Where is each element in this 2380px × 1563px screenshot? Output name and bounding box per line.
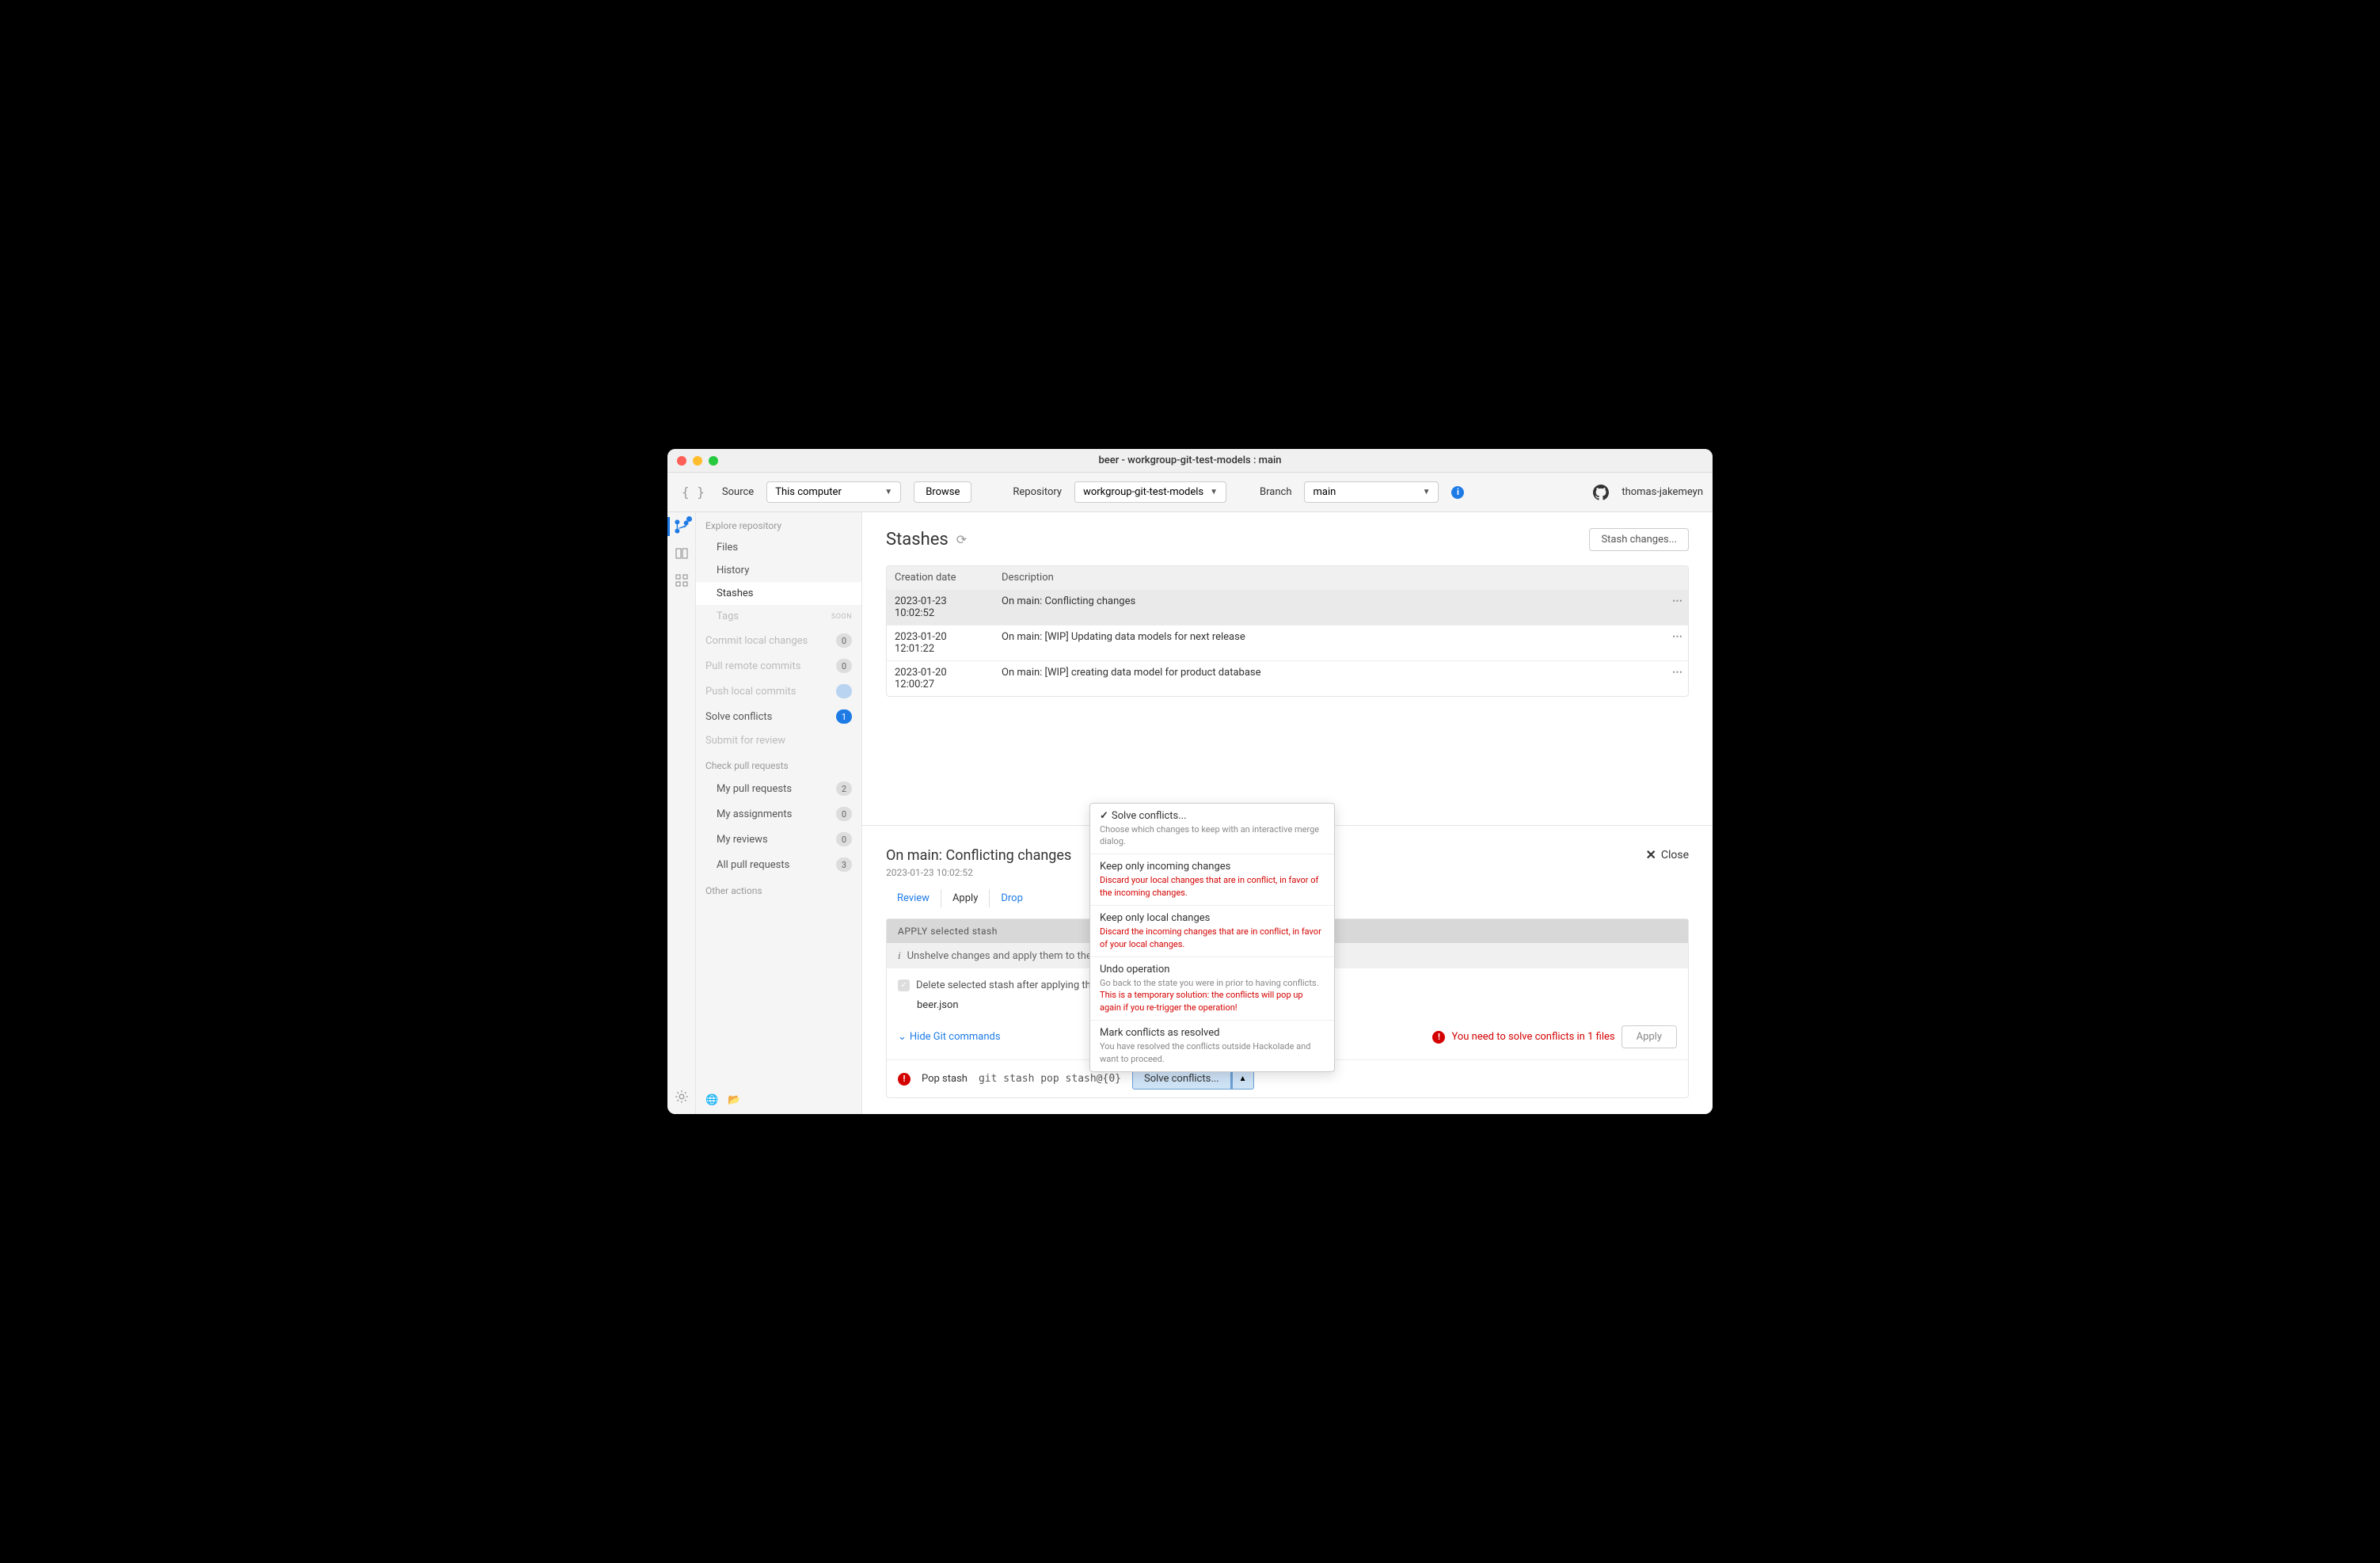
sidebar-item-solve[interactable]: Solve conflicts1	[696, 704, 861, 729]
tab-drop[interactable]: Drop	[990, 889, 1034, 907]
repository-label: Repository	[1013, 486, 1062, 498]
source-label: Source	[722, 486, 754, 498]
info-icon[interactable]: i	[1451, 486, 1464, 499]
menu-item-undo[interactable]: Undo operation Go back to the state you …	[1090, 957, 1334, 1021]
sidebar-item-submit[interactable]: Submit for review	[696, 729, 861, 752]
refresh-icon[interactable]: ⟳	[956, 532, 967, 547]
table-row[interactable]: 2023-01-20 12:00:27 On main: [WIP] creat…	[887, 660, 1688, 696]
check-icon: ✓	[1100, 810, 1108, 822]
repository-select[interactable]: workgroup-git-test-models▼	[1074, 481, 1226, 503]
table-row[interactable]: 2023-01-20 12:01:22 On main: [WIP] Updat…	[887, 625, 1688, 660]
main-content: Stashes⟳ Stash changes... Creation date …	[862, 512, 1713, 1114]
error-icon: !	[1432, 1031, 1445, 1044]
apply-panel: APPLY selected stash iUnshelve changes a…	[886, 918, 1689, 1098]
conflict-warning: You need to solve conflicts in 1 files	[1451, 1031, 1614, 1043]
maximize-window-icon[interactable]	[709, 456, 718, 466]
row-actions-icon[interactable]: ⋯	[1664, 590, 1688, 625]
sidebar: Explore repository Files History Stashes…	[696, 512, 862, 1114]
sidebar-item-my-assignments[interactable]: My assignments0	[696, 801, 861, 827]
github-icon[interactable]	[1593, 485, 1609, 500]
page-title: Stashes⟳	[886, 530, 967, 550]
chevron-down-icon: ▼	[1210, 488, 1218, 496]
source-select[interactable]: This computer▼	[766, 481, 901, 503]
panel-footer: ! Pop stash git stash pop stash@{0} Solv…	[887, 1059, 1688, 1097]
sidebar-bottom-icons: 🌐 📂	[696, 1086, 861, 1114]
chevron-down-icon: ⌄	[898, 1031, 907, 1043]
compare-rail-icon[interactable]	[674, 546, 690, 561]
sidebar-item-my-pr[interactable]: My pull requests2	[696, 776, 861, 801]
sidebar-item-tags: TagsSOON	[696, 605, 861, 628]
window-controls	[677, 456, 718, 466]
error-icon: !	[898, 1073, 911, 1086]
sidebar-item-commit[interactable]: Commit local changes0	[696, 628, 861, 653]
table-row[interactable]: 2023-01-23 10:02:52 On main: Conflicting…	[887, 589, 1688, 625]
pop-stash-label: Pop stash	[922, 1073, 968, 1085]
folder-icon[interactable]: 📂	[728, 1094, 740, 1106]
app-window: beer - workgroup-git-test-models : main …	[667, 449, 1713, 1114]
branch-label: Branch	[1260, 486, 1291, 498]
col-description: Description	[994, 566, 1664, 589]
sidebar-section-check: Check pull requests	[696, 752, 861, 776]
apply-button[interactable]: Apply	[1622, 1025, 1677, 1048]
globe-icon[interactable]: 🌐	[705, 1094, 718, 1106]
menu-item-keep-local[interactable]: Keep only local changes Discard the inco…	[1090, 906, 1334, 957]
checkbox-icon[interactable]: ✓	[898, 979, 910, 991]
stash-changes-button[interactable]: Stash changes...	[1589, 528, 1689, 551]
titlebar: beer - workgroup-git-test-models : main	[667, 449, 1713, 473]
sidebar-item-stashes[interactable]: Stashes	[696, 582, 861, 605]
braces-icon[interactable]: { }	[677, 485, 709, 500]
tab-apply[interactable]: Apply	[941, 889, 990, 907]
hide-git-toggle[interactable]: ⌄Hide Git commands	[898, 1031, 1001, 1043]
sidebar-item-history[interactable]: History	[696, 559, 861, 582]
close-window-icon[interactable]	[677, 456, 686, 466]
activity-rail	[667, 512, 696, 1114]
chevron-down-icon: ▼	[1423, 488, 1431, 496]
close-button[interactable]: ✕Close	[1645, 847, 1689, 862]
col-creation-date: Creation date	[887, 566, 994, 589]
tab-review[interactable]: Review	[886, 889, 941, 907]
sidebar-item-all-pr[interactable]: All pull requests3	[696, 852, 861, 877]
sidebar-item-my-reviews[interactable]: My reviews0	[696, 827, 861, 852]
toolbar: { } Source This computer▼ Browse Reposit…	[667, 473, 1713, 512]
solve-conflicts-menu: ✓Solve conflicts... Choose which changes…	[1089, 803, 1335, 1072]
browse-button[interactable]: Browse	[914, 481, 971, 503]
sidebar-item-push[interactable]: Push local commits	[696, 679, 861, 704]
sidebar-item-files[interactable]: Files	[696, 536, 861, 559]
sidebar-section-other[interactable]: Other actions	[696, 877, 861, 901]
sidebar-section-explore: Explore repository	[696, 512, 861, 536]
branch-select[interactable]: main▼	[1304, 481, 1439, 503]
settings-rail-icon[interactable]	[674, 1089, 690, 1105]
sidebar-item-pull[interactable]: Pull remote commits0	[696, 653, 861, 679]
stashes-table: Creation date Description 2023-01-23 10:…	[886, 565, 1689, 697]
row-actions-icon[interactable]: ⋯	[1664, 626, 1688, 660]
window-title: beer - workgroup-git-test-models : main	[1098, 454, 1281, 466]
menu-item-mark-resolved[interactable]: Mark conflicts as resolved You have reso…	[1090, 1021, 1334, 1071]
minimize-window-icon[interactable]	[693, 456, 702, 466]
apps-rail-icon[interactable]	[674, 572, 690, 588]
menu-item-solve[interactable]: ✓Solve conflicts... Choose which changes…	[1090, 804, 1334, 855]
git-command: git stash pop stash@{0}	[979, 1073, 1121, 1085]
username[interactable]: thomas-jakemeyn	[1622, 486, 1703, 498]
row-actions-icon[interactable]: ⋯	[1664, 661, 1688, 696]
chevron-down-icon: ▼	[884, 488, 892, 496]
table-header: Creation date Description	[887, 566, 1688, 589]
branch-rail-icon[interactable]	[674, 519, 690, 534]
menu-item-keep-incoming[interactable]: Keep only incoming changes Discard your …	[1090, 854, 1334, 906]
